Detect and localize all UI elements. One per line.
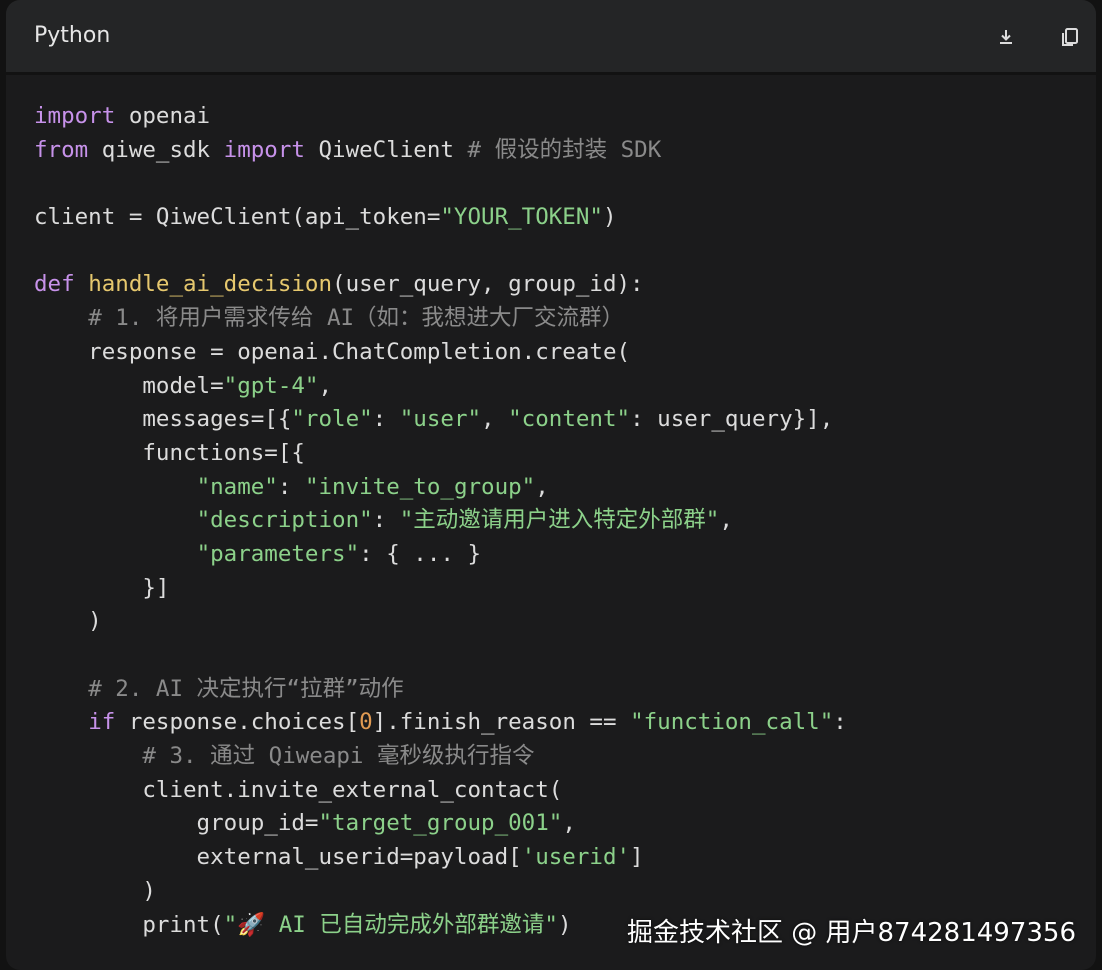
copy-button[interactable]: [1057, 24, 1083, 50]
code-token: # 1. 将用户需求传给 AI（如：我想进大厂交流群）: [88, 305, 625, 332]
code-token: QiweClient: [304, 136, 468, 163]
code-line: ): [34, 605, 847, 639]
code-token: ,: [562, 810, 576, 837]
code-token: print(: [34, 911, 224, 938]
code-token: : user_query}],: [630, 406, 834, 433]
code-token: response.choices[: [115, 709, 360, 736]
code-token: "invite_to_group": [304, 473, 536, 500]
code-block: Python import openai from qiwe_sdk import…: [6, 0, 1096, 970]
code-token: ,: [719, 507, 733, 534]
code-token: ): [557, 911, 572, 938]
code-token: "name": [196, 473, 278, 500]
code-token: :: [372, 406, 400, 433]
code-token: 0: [359, 709, 373, 736]
code-token: "parameters": [196, 540, 360, 567]
code-line: client.invite_external_contact(: [34, 774, 847, 808]
code-token: ): [602, 204, 617, 231]
code-token: "🚀 AI 已自动完成外部群邀请": [223, 911, 558, 938]
code-token: ,: [481, 406, 509, 433]
code-line: group_id="target_group_001",: [34, 807, 847, 841]
code-token: "target_group_001": [318, 810, 563, 837]
code-line: if response.choices[0].finish_reason == …: [34, 706, 847, 740]
code-line: external_userid=payload['userid']: [34, 841, 847, 875]
code-token: model=: [34, 372, 224, 399]
code-token: response = openai.ChatCompletion.create(: [34, 338, 631, 365]
code-token: qiwe_sdk: [88, 136, 224, 163]
code-line: client = QiweClient(api_token="YOUR_TOKE…: [34, 201, 847, 235]
code-token: # 假设的封装 SDK: [467, 136, 662, 163]
code-token: handle_ai_decision: [88, 271, 333, 298]
code-token: "role": [291, 406, 373, 433]
code-line: model="gpt-4",: [34, 370, 847, 404]
code-token: :: [833, 709, 847, 736]
code-token: ): [34, 877, 156, 904]
code-line: ): [34, 875, 847, 909]
code-token: :: [277, 473, 305, 500]
code-token: "content": [508, 406, 631, 433]
code-token: "function_call": [630, 709, 834, 736]
code-token: from: [34, 136, 89, 163]
code-token: ): [34, 608, 102, 635]
code-token: "YOUR_TOKEN": [440, 204, 603, 231]
code-token: "description": [196, 507, 373, 534]
code-token: client.invite_external_contact(: [34, 776, 563, 803]
code-token: : { ... }: [359, 540, 482, 567]
code-line: from qiwe_sdk import QiweClient # 假设的封装 …: [34, 134, 847, 168]
code-token: (user_query, group_id):: [332, 271, 644, 298]
code-token: # 3. 通过 Qiweapi 毫秒级执行指令: [142, 743, 535, 770]
code-line: def handle_ai_decision(user_query, group…: [34, 268, 847, 302]
code-line: }]: [34, 572, 847, 606]
code-line: "name": "invite_to_group",: [34, 471, 847, 505]
code-token: ]: [630, 844, 644, 871]
code-token: "user": [399, 406, 482, 433]
code-token: import: [223, 136, 305, 163]
code-token: ,: [318, 372, 333, 399]
code-line: # 2. AI 决定执行“拉群”动作: [34, 673, 847, 707]
code-token: # 2. AI 决定执行“拉群”动作: [88, 675, 404, 702]
code-token: def: [34, 271, 75, 298]
code-line: messages=[{"role": "user", "content": us…: [34, 403, 847, 437]
language-label: Python: [34, 23, 111, 48]
code-token: if: [88, 709, 116, 736]
code-token: "gpt-4": [223, 372, 319, 399]
code-token: 'userid': [521, 844, 631, 871]
code-content: import openai from qiwe_sdk import QiweCl…: [34, 100, 847, 942]
code-token: messages=[{: [34, 406, 292, 433]
code-line: "description": "主动邀请用户进入特定外部群",: [34, 504, 847, 538]
code-token: openai: [115, 103, 211, 129]
code-token: functions=[{: [34, 439, 305, 466]
code-line: functions=[{: [34, 437, 847, 471]
code-line: # 1. 将用户需求传给 AI（如：我想进大厂交流群）: [34, 302, 847, 336]
code-token: ,: [535, 473, 549, 500]
code-line: # 3. 通过 Qiweapi 毫秒级执行指令: [34, 740, 847, 774]
code-token: :: [372, 507, 400, 534]
download-button[interactable]: [993, 24, 1019, 50]
watermark: 掘金技术社区 @ 用户874281497356: [626, 918, 1076, 948]
code-token: client = QiweClient(api_token=: [34, 204, 441, 231]
code-token: external_userid=payload[: [34, 844, 522, 871]
copy-icon: [1062, 28, 1078, 46]
download-icon: [1000, 30, 1012, 44]
code-token: import: [34, 103, 116, 129]
code-token: "主动邀请用户进入特定外部群": [399, 507, 720, 534]
code-token: group_id=: [34, 810, 319, 837]
code-token: }]: [34, 574, 170, 601]
code-line: import openai: [34, 100, 847, 134]
code-block-header: Python: [6, 0, 1096, 75]
code-line: "parameters": { ... }: [34, 538, 847, 572]
code-line: response = openai.ChatCompletion.create(: [34, 336, 847, 370]
code-token: ].finish_reason ==: [372, 709, 631, 736]
